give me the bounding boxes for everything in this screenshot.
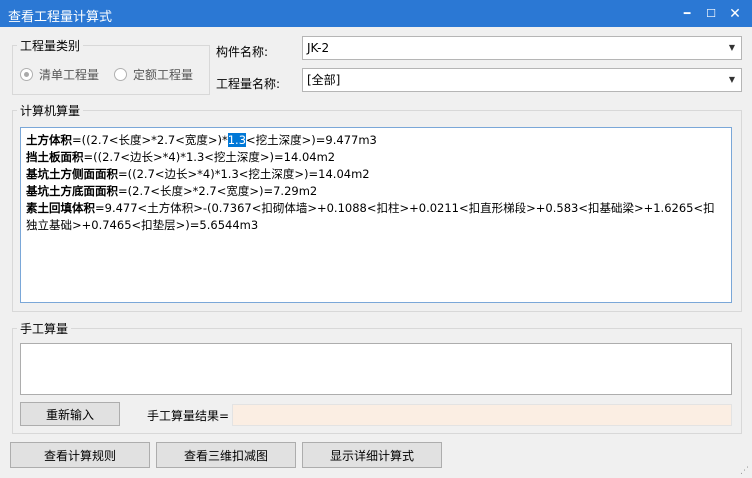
radio-label: 定额工程量	[133, 68, 194, 82]
manual-calc-label: 手工算量	[17, 320, 72, 337]
chevron-down-icon: ▼	[728, 75, 735, 84]
show-detailed-formula-button[interactable]: 显示详细计算式	[302, 442, 442, 468]
view-3d-deduction-button[interactable]: 查看三维扣减图	[156, 442, 296, 468]
calc-line-formula: <挖土深度>)=9.477m3	[246, 133, 377, 147]
calc-line-pit-bottom-area: 基坑土方底面面积=(2.7<长度>*2.7<宽度>)=7.29m2	[26, 183, 726, 200]
title-bar: 查看工程量计算式 ━ ☐ ✕	[0, 0, 752, 27]
calc-line-pit-side-area: 基坑土方侧面面积=((2.7<边长>*4)*1.3<挖土深度>)=14.04m2	[26, 166, 726, 183]
manual-result-label: 手工算量结果=	[147, 409, 230, 423]
quantity-name-label: 工程量名称:	[216, 77, 281, 91]
calc-line-formula: =9.477<土方体积>-(0.7367<扣砌体墙>+0.1088<扣柱>+0.…	[26, 201, 715, 232]
radio-label: 清单工程量	[39, 68, 100, 82]
selected-text: 1.3	[227, 133, 247, 147]
radio-dot-icon	[114, 68, 127, 81]
calc-line-formula: =((2.7<长度>*2.7<宽度>)*	[72, 133, 228, 147]
radio-dot-icon	[20, 68, 33, 81]
component-name-label: 构件名称:	[216, 45, 269, 59]
calc-line-name: 基坑土方侧面面积	[26, 167, 118, 181]
component-name-value: JK-2	[307, 41, 330, 55]
computer-calc-textarea[interactable]: 土方体积=((2.7<长度>*2.7<宽度>)*1.3<挖土深度>)=9.477…	[20, 127, 732, 303]
computer-calc-label: 计算机算量	[17, 102, 84, 119]
resize-grip-icon[interactable]: ⋰	[740, 466, 750, 476]
chevron-down-icon: ▼	[728, 43, 735, 52]
radio-quota-quantity[interactable]: 定额工程量	[114, 66, 193, 83]
quantity-name-value: [全部]	[307, 73, 341, 87]
calc-line-name: 素土回填体积	[26, 201, 95, 215]
category-group-label: 工程量类别	[17, 37, 84, 54]
radio-bill-quantity[interactable]: 清单工程量	[20, 66, 99, 83]
calc-line-formula: =(2.7<长度>*2.7<宽度>)=7.29m2	[118, 184, 318, 198]
reset-input-button[interactable]: 重新输入	[20, 402, 120, 426]
window-title: 查看工程量计算式	[8, 10, 113, 25]
close-icon[interactable]: ✕	[722, 0, 748, 27]
maximize-icon[interactable]: ☐	[698, 0, 724, 27]
calc-line-formula: =((2.7<边长>*4)*1.3<挖土深度>)=14.04m2	[83, 150, 336, 164]
view-calc-rules-button[interactable]: 查看计算规则	[10, 442, 150, 468]
minimize-icon[interactable]: ━	[674, 0, 700, 27]
manual-result-field[interactable]	[232, 404, 732, 426]
calc-line-formula: =((2.7<边长>*4)*1.3<挖土深度>)=14.04m2	[118, 167, 370, 181]
calc-line-backfill-volume: 素土回填体积=9.477<土方体积>-(0.7367<扣砌体墙>+0.1088<…	[26, 200, 726, 234]
quantity-name-select[interactable]: [全部] ▼	[302, 68, 742, 92]
calc-line-name: 土方体积	[26, 133, 72, 147]
calc-line-shoring-area: 挡土板面积=((2.7<边长>*4)*1.3<挖土深度>)=14.04m2	[26, 149, 726, 166]
calc-line-earthwork-volume: 土方体积=((2.7<长度>*2.7<宽度>)*1.3<挖土深度>)=9.477…	[26, 132, 726, 149]
component-name-select[interactable]: JK-2 ▼	[302, 36, 742, 60]
manual-calc-input[interactable]	[20, 343, 732, 395]
calc-line-name: 挡土板面积	[26, 150, 84, 164]
calc-line-name: 基坑土方底面面积	[26, 184, 118, 198]
